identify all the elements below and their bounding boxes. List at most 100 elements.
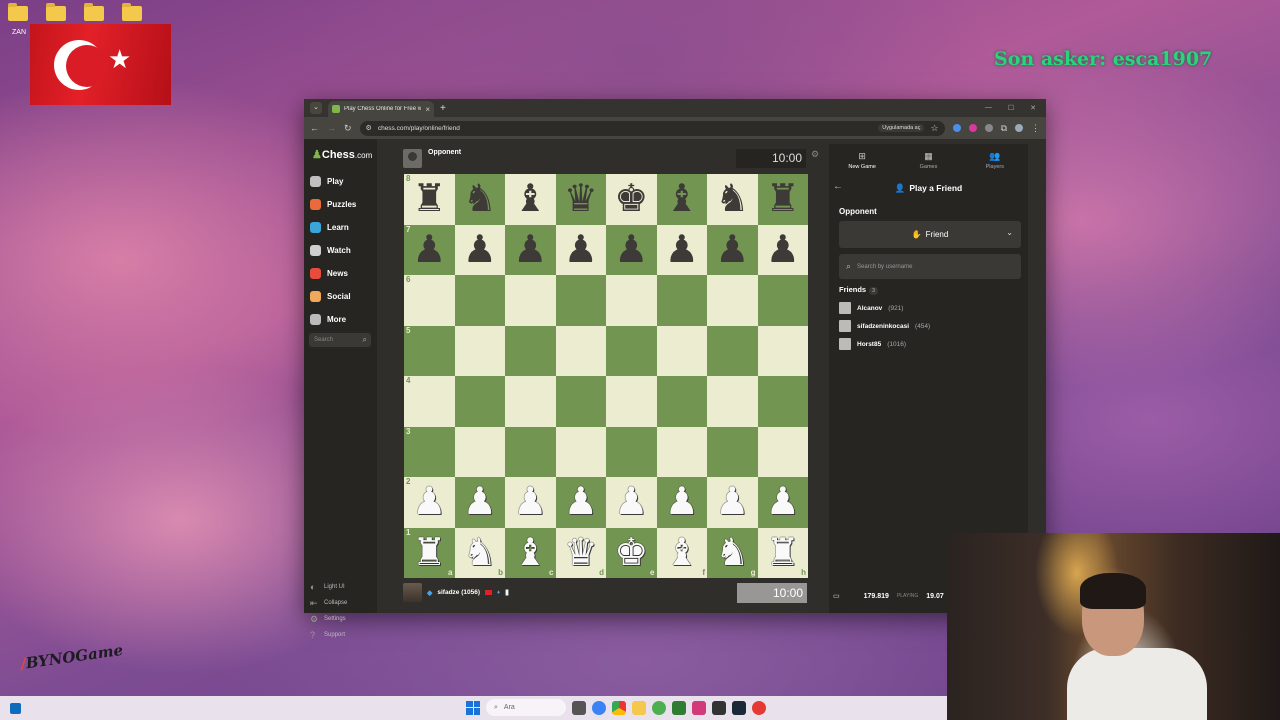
board-square[interactable]: [555, 426, 606, 477]
tab-new-game[interactable]: ⊞ New Game: [829, 144, 895, 177]
white-pawn-icon[interactable]: ♟: [463, 483, 497, 521]
white-bishop-icon[interactable]: ♝: [513, 534, 547, 572]
board-square[interactable]: c ♝: [505, 527, 556, 578]
black-pawn-icon[interactable]: ♟: [513, 231, 547, 269]
board-square[interactable]: ♟: [757, 477, 808, 528]
white-pawn-icon[interactable]: ♟: [715, 483, 749, 521]
white-pawn-icon[interactable]: ♟: [665, 483, 699, 521]
board-square[interactable]: [505, 376, 556, 427]
white-pawn-icon[interactable]: ♟: [564, 483, 598, 521]
board-square[interactable]: 2 ♟: [404, 477, 455, 528]
white-rook-icon[interactable]: ♜: [766, 534, 800, 572]
board-square[interactable]: [606, 325, 657, 376]
board-square[interactable]: ♛: [555, 174, 606, 225]
white-king-icon[interactable]: ♚: [614, 534, 648, 572]
board-square[interactable]: ♝: [505, 174, 556, 225]
board-square[interactable]: ♞: [454, 174, 505, 225]
minimize-button[interactable]: —: [985, 104, 992, 112]
windows-start-icon[interactable]: [466, 700, 480, 715]
browser-tab[interactable]: Play Chess Online for Free with ×: [328, 101, 434, 117]
address-bar[interactable]: ⚙ chess.com/play/online/friend Uygulamad…: [359, 120, 945, 136]
white-bishop-icon[interactable]: ♝: [665, 534, 699, 572]
black-pawn-icon[interactable]: ♟: [463, 231, 497, 269]
bookmark-star-icon[interactable]: ☆: [930, 123, 938, 134]
board-square[interactable]: ♟: [606, 477, 657, 528]
chesscom-logo[interactable]: ♟Chess.com: [312, 148, 372, 161]
board-square[interactable]: ♚: [606, 174, 657, 225]
site-info-icon[interactable]: ⚙: [366, 124, 372, 132]
board-square[interactable]: 6: [404, 275, 455, 326]
white-pawn-icon[interactable]: ♟: [412, 483, 446, 521]
board-square[interactable]: [707, 376, 758, 427]
board-square[interactable]: 5: [404, 325, 455, 376]
board-square[interactable]: ♟: [505, 477, 556, 528]
board-square[interactable]: [707, 275, 758, 326]
board-square[interactable]: [707, 426, 758, 477]
app-icon[interactable]: [692, 700, 706, 715]
board-square[interactable]: ♟: [454, 477, 505, 528]
board-square[interactable]: [454, 376, 505, 427]
open-in-app-button[interactable]: Uygulamada aç: [878, 124, 925, 132]
folder-icon[interactable]: [84, 3, 104, 21]
friend-item[interactable]: sifadzeninkocasi (454): [839, 317, 930, 335]
board-square[interactable]: ♟: [707, 477, 758, 528]
tab-games[interactable]: ▦ Games: [895, 144, 961, 177]
white-pawn-icon[interactable]: ♟: [513, 483, 547, 521]
board-square[interactable]: ♟: [656, 477, 707, 528]
close-tab-icon[interactable]: ×: [425, 105, 430, 114]
app-icon[interactable]: [592, 700, 606, 715]
board-square[interactable]: ♟: [757, 224, 808, 275]
board-square[interactable]: [606, 426, 657, 477]
board-square[interactable]: ♟: [454, 224, 505, 275]
board-square[interactable]: [707, 325, 758, 376]
board-square[interactable]: [757, 325, 808, 376]
sidebar-link-light-ui[interactable]: ◐ Light UI: [310, 579, 347, 595]
board-square[interactable]: [606, 376, 657, 427]
chat-icon[interactable]: ▭: [833, 592, 840, 600]
black-rook-icon[interactable]: ♜: [766, 180, 800, 218]
app-icon[interactable]: [672, 700, 686, 715]
black-pawn-icon[interactable]: ♟: [564, 231, 598, 269]
black-king-icon[interactable]: ♚: [614, 180, 648, 218]
black-knight-icon[interactable]: ♞: [715, 180, 749, 218]
back-arrow-icon[interactable]: ←: [833, 181, 843, 192]
white-pawn-icon[interactable]: ♟: [614, 483, 648, 521]
sidebar-item-puzzles[interactable]: Puzzles: [310, 193, 356, 216]
extensions-puzzle-icon[interactable]: ⧉: [1001, 123, 1007, 134]
sidebar-item-social[interactable]: Social: [310, 285, 356, 308]
sidebar-search-input[interactable]: Search ⌕: [309, 333, 371, 347]
sidebar-item-learn[interactable]: Learn: [310, 216, 356, 239]
black-pawn-icon[interactable]: ♟: [715, 231, 749, 269]
white-queen-icon[interactable]: ♛: [564, 534, 598, 572]
board-square[interactable]: [656, 275, 707, 326]
extension-icon[interactable]: [952, 124, 961, 132]
board-square[interactable]: [656, 376, 707, 427]
board-square[interactable]: 8 ♜: [404, 174, 455, 225]
board-square[interactable]: [555, 275, 606, 326]
friend-item[interactable]: Horst85 (1016): [839, 335, 930, 353]
friend-item[interactable]: Alcanov (921): [839, 299, 930, 317]
board-square[interactable]: b ♞: [454, 527, 505, 578]
new-tab-button[interactable]: +: [440, 103, 446, 114]
widgets-icon[interactable]: [10, 703, 21, 714]
username-search-input[interactable]: ⌕ Search by username: [839, 254, 1021, 279]
board-square[interactable]: ♟: [555, 224, 606, 275]
board-square[interactable]: [555, 325, 606, 376]
steam-icon[interactable]: [732, 700, 746, 715]
black-rook-icon[interactable]: ♜: [412, 180, 446, 218]
reload-icon[interactable]: ↻: [344, 123, 352, 134]
forward-icon[interactable]: →: [327, 123, 336, 133]
app-icon[interactable]: [652, 700, 666, 715]
board-square[interactable]: ♞: [707, 174, 758, 225]
board-square[interactable]: [454, 275, 505, 326]
board-square[interactable]: [505, 275, 556, 326]
board-square[interactable]: [505, 426, 556, 477]
board-square[interactable]: 4: [404, 376, 455, 427]
back-icon[interactable]: ←: [310, 123, 319, 133]
extension-icon[interactable]: [984, 124, 993, 132]
board-square[interactable]: 3: [404, 426, 455, 477]
board-square[interactable]: [606, 275, 657, 326]
profile-avatar[interactable]: [1015, 124, 1023, 132]
board-square[interactable]: [505, 325, 556, 376]
folder-icon[interactable]: [122, 3, 142, 21]
